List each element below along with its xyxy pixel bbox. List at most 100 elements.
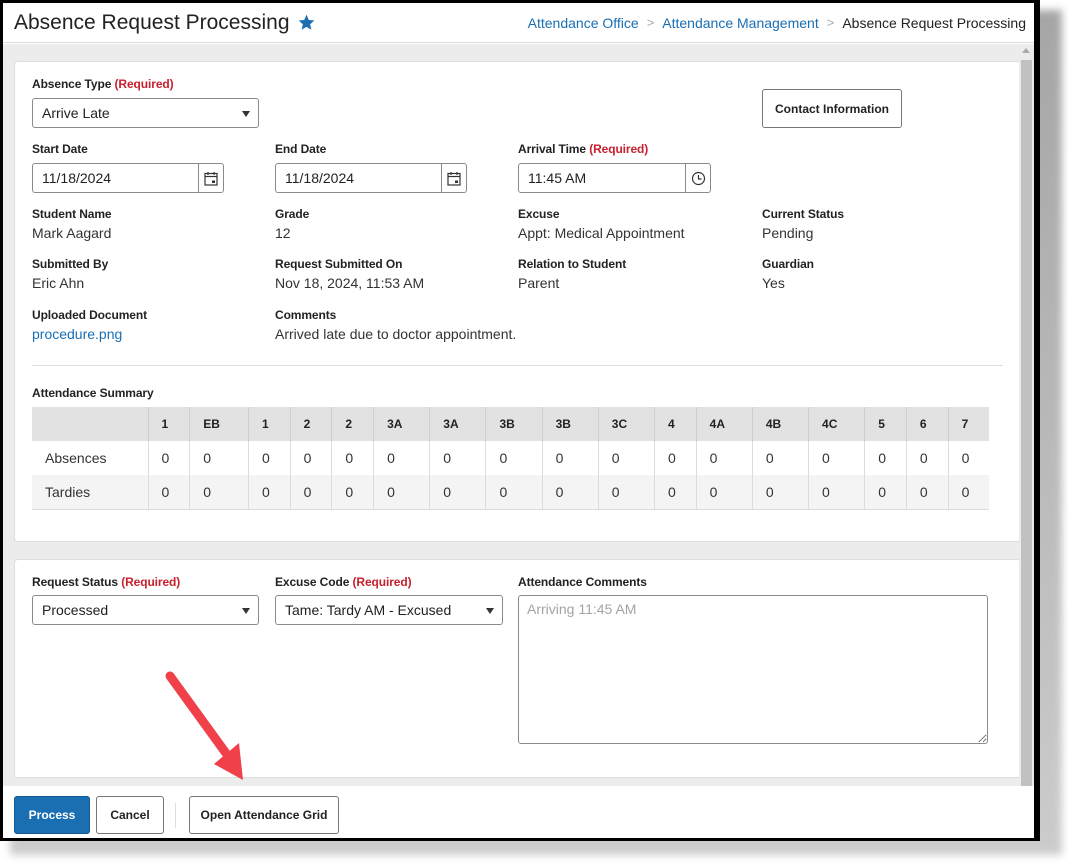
table-cell: 0 xyxy=(752,441,810,475)
period-column-header: 3A xyxy=(373,407,431,441)
breadcrumb-current: Absence Request Processing xyxy=(842,14,1026,31)
page-title-text: Absence Request Processing xyxy=(14,10,290,34)
page-header: Absence Request Processing Attendance Of… xyxy=(3,3,1034,43)
vertical-scrollbar[interactable] xyxy=(1019,44,1034,786)
request-details-card: Absence Type (Required) Arrive Late Cont… xyxy=(14,61,1021,542)
table-cell: 0 xyxy=(696,441,753,475)
end-date-input[interactable]: 11/18/2024 xyxy=(276,164,441,192)
table-cell: 0 xyxy=(290,441,333,475)
table-row: Tardies 0 0 0 0 0 0 0 0 0 0 0 0 0 0 0 0 0 xyxy=(32,475,989,510)
breadcrumb-attendance-management[interactable]: Attendance Management xyxy=(662,15,818,31)
table-cell: 0 xyxy=(696,475,753,510)
uploaded-document-link[interactable]: procedure.png xyxy=(32,326,147,342)
detail-label: Submitted By xyxy=(32,257,109,271)
table-header-row: 1 EB 1 2 2 3A 3A 3B 3B 3C 4 4A 4B 4C 5 6 7 xyxy=(32,407,989,441)
detail-student-name: Student Name Mark Aagard xyxy=(32,207,112,241)
attendance-summary-title: Attendance Summary xyxy=(32,386,154,400)
detail-value: Arrived late due to doctor appointment. xyxy=(275,326,517,342)
detail-label: Excuse xyxy=(518,207,560,221)
request-status-label: Request Status (Required) xyxy=(32,575,180,589)
absence-type-value: Arrive Late xyxy=(42,105,110,121)
detail-submitted-by: Submitted By Eric Ahn xyxy=(32,257,108,291)
detail-label: Student Name xyxy=(32,207,112,221)
scrollbar-thumb[interactable] xyxy=(1021,60,1032,786)
start-date-field[interactable]: 11/18/2024 xyxy=(32,163,224,193)
table-cell: 0 xyxy=(808,475,866,510)
detail-comments: Comments Arrived late due to doctor appo… xyxy=(275,308,516,342)
table-cell: 0 xyxy=(331,441,375,475)
breadcrumb: Attendance Office > Attendance Managemen… xyxy=(528,15,1026,31)
clock-icon[interactable] xyxy=(685,164,710,192)
contact-information-button[interactable]: Contact Information xyxy=(762,89,902,128)
detail-value: Eric Ahn xyxy=(32,275,85,291)
table-cell: 0 xyxy=(148,475,191,510)
period-column-header: 3B xyxy=(542,407,599,441)
detail-value: Parent xyxy=(518,275,560,291)
attendance-comments-textarea[interactable] xyxy=(518,595,988,744)
required-tag: (Required) xyxy=(589,142,649,156)
required-tag: (Required) xyxy=(121,575,181,589)
process-button[interactable]: Process xyxy=(14,796,90,834)
absence-type-label: Absence Type (Required) xyxy=(32,77,174,91)
detail-current-status: Current Status Pending xyxy=(762,207,844,241)
table-cell: 0 xyxy=(148,441,191,475)
required-tag: (Required) xyxy=(352,575,412,589)
table-cell: 0 xyxy=(189,441,249,475)
table-cell: 0 xyxy=(248,441,291,475)
scroll-up-arrow-icon[interactable] xyxy=(1022,48,1030,53)
section-divider xyxy=(32,365,1003,366)
period-column-header: 7 xyxy=(948,407,989,441)
detail-grade: Grade 12 xyxy=(275,207,309,241)
request-status-value: Processed xyxy=(42,602,109,618)
detail-label: Relation to Student xyxy=(518,257,627,271)
arrival-time-input[interactable]: 11:45 AM xyxy=(519,164,685,192)
row-label: Tardies xyxy=(32,475,149,510)
detail-value: Nov 18, 2024, 11:53 AM xyxy=(275,275,425,291)
absence-type-select[interactable]: Arrive Late xyxy=(32,98,259,128)
dropdown-caret-icon xyxy=(242,608,250,614)
arrival-time-field[interactable]: 11:45 AM xyxy=(518,163,711,193)
detail-request-submitted-on: Request Submitted On Nov 18, 2024, 11:53… xyxy=(275,257,424,291)
excuse-code-label-text: Excuse Code xyxy=(275,575,350,589)
detail-value: Yes xyxy=(762,275,785,291)
table-cell: 0 xyxy=(906,475,949,510)
table-cell: 0 xyxy=(373,441,431,475)
table-corner-header xyxy=(32,407,149,441)
period-column-header: 2 xyxy=(290,407,333,441)
table-cell: 0 xyxy=(189,475,249,510)
table-cell: 0 xyxy=(542,475,599,510)
end-date-field[interactable]: 11/18/2024 xyxy=(275,163,467,193)
detail-value: Pending xyxy=(762,225,814,241)
star-icon[interactable] xyxy=(297,13,316,32)
detail-label: Grade xyxy=(275,207,310,221)
calendar-icon[interactable] xyxy=(198,164,223,192)
breadcrumb-attendance-office[interactable]: Attendance Office xyxy=(528,15,639,31)
detail-relation-to-student: Relation to Student Parent xyxy=(518,257,626,291)
arrival-time-label: Arrival Time (Required) xyxy=(518,142,648,156)
start-date-input[interactable]: 11/18/2024 xyxy=(33,164,198,192)
table-cell: 0 xyxy=(654,441,697,475)
detail-label: Guardian xyxy=(762,257,814,271)
detail-uploaded-document: Uploaded Document procedure.png xyxy=(32,308,147,342)
period-column-header: 5 xyxy=(864,407,907,441)
required-tag: (Required) xyxy=(114,77,174,91)
period-column-header: 3A xyxy=(429,407,487,441)
open-attendance-grid-button[interactable]: Open Attendance Grid xyxy=(189,796,339,834)
table-cell: 0 xyxy=(808,441,866,475)
excuse-code-select[interactable]: Tame: Tardy AM - Excused xyxy=(275,595,503,625)
detail-value: Mark Aagard xyxy=(32,225,112,241)
table-cell: 0 xyxy=(948,475,989,510)
table-cell: 0 xyxy=(485,441,543,475)
period-column-header: 3C xyxy=(598,407,655,441)
table-cell: 0 xyxy=(948,441,989,475)
table-cell: 0 xyxy=(248,475,291,510)
calendar-icon[interactable] xyxy=(441,164,466,192)
request-status-select[interactable]: Processed xyxy=(32,595,259,625)
table-cell: 0 xyxy=(864,441,907,475)
table-cell: 0 xyxy=(598,441,655,475)
detail-label: Uploaded Document xyxy=(32,308,147,322)
app-window: Absence Request Processing Attendance Of… xyxy=(3,3,1034,838)
cancel-button[interactable]: Cancel xyxy=(96,796,164,834)
window-frame: Absence Request Processing Attendance Of… xyxy=(0,0,1040,841)
content-area: Absence Type (Required) Arrive Late Cont… xyxy=(3,44,1034,786)
